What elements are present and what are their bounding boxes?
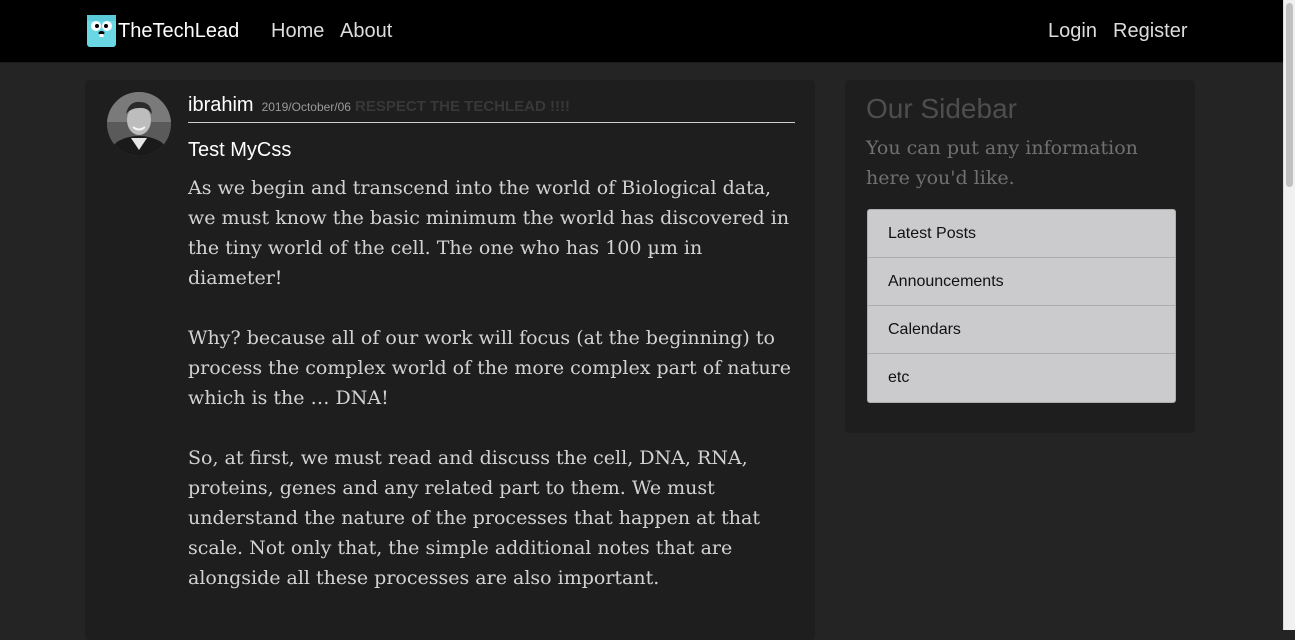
post-tagline: RESPECT THE TECHLEAD !!!! xyxy=(354,98,570,115)
sidebar-item-etc[interactable]: etc xyxy=(868,354,1175,402)
sidebar-title: Our Sidebar xyxy=(866,93,1017,124)
vertical-scrollbar[interactable] xyxy=(1283,0,1295,630)
post-paragraph: Why? because all of our work will focus … xyxy=(188,327,792,409)
nav-home-link[interactable]: Home xyxy=(271,20,324,43)
avatar-photo-icon xyxy=(107,92,171,156)
sidebar-list: Latest Posts Announcements Calendars etc xyxy=(867,209,1176,403)
post-card: ibrahim 2019/October/06 RESPECT THE TECHLE… xyxy=(85,80,815,640)
nav-register-link[interactable]: Register xyxy=(1113,20,1187,43)
nav-about-link[interactable]: About xyxy=(340,20,392,43)
post-paragraph: As we begin and transcend into the world… xyxy=(188,177,790,289)
post-meta: ibrahim 2019/October/06 RESPECT THE TECHLE… xyxy=(188,94,795,123)
brand-name: TheTechLead xyxy=(118,19,240,42)
sidebar-item-latest-posts[interactable]: Latest Posts xyxy=(868,210,1175,258)
author-avatar xyxy=(107,92,171,156)
post-title[interactable]: Test MyCss xyxy=(188,139,291,162)
sidebar-item-calendars[interactable]: Calendars xyxy=(868,306,1175,354)
post-body: As we begin and transcend into the world… xyxy=(188,173,798,623)
post-paragraph: So, at first, we must read and discuss t… xyxy=(188,447,760,589)
brand-link[interactable]: TheTechLead xyxy=(87,15,239,47)
nav-login-link[interactable]: Login xyxy=(1048,20,1097,43)
sidebar-text: You can put any information here you'd l… xyxy=(866,137,1138,189)
sidebar-item-announcements[interactable]: Announcements xyxy=(868,258,1175,306)
scrollbar-thumb[interactable] xyxy=(1286,3,1293,187)
author-link[interactable]: ibrahim xyxy=(188,94,254,116)
gopher-logo-icon xyxy=(87,15,116,47)
navbar: TheTechLead Home About Login Register xyxy=(0,0,1283,63)
post-date: 2019/October/06 xyxy=(261,100,351,114)
sidebar: Our Sidebar You can put any information … xyxy=(845,80,1195,433)
